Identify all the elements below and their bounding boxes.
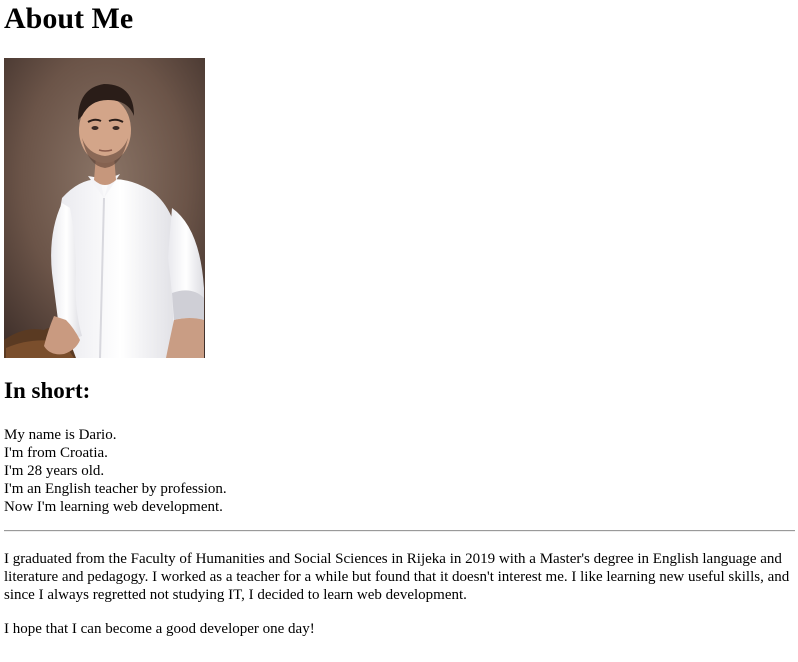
bio-paragraph: I graduated from the Faculty of Humaniti…: [4, 551, 790, 603]
fact-line: I'm 28 years old.: [4, 463, 105, 479]
page-title: About Me: [4, 2, 134, 35]
fact-line: Now I'm learning web development.: [4, 499, 223, 515]
horizontal-rule: [4, 530, 795, 532]
fact-line: My name is Dario.: [4, 427, 117, 443]
fact-line: I'm from Croatia.: [4, 445, 108, 461]
about-page: About Me In short: My name is Dario. I'm…: [0, 0, 798, 662]
section-heading: In short:: [4, 378, 91, 403]
closing-paragraph: I hope that I can become a good develope…: [4, 621, 315, 637]
profile-photo: [4, 58, 205, 358]
fact-line: I'm an English teacher by profession.: [4, 481, 227, 497]
facts-list: My name is Dario. I'm from Croatia. I'm …: [4, 426, 227, 516]
